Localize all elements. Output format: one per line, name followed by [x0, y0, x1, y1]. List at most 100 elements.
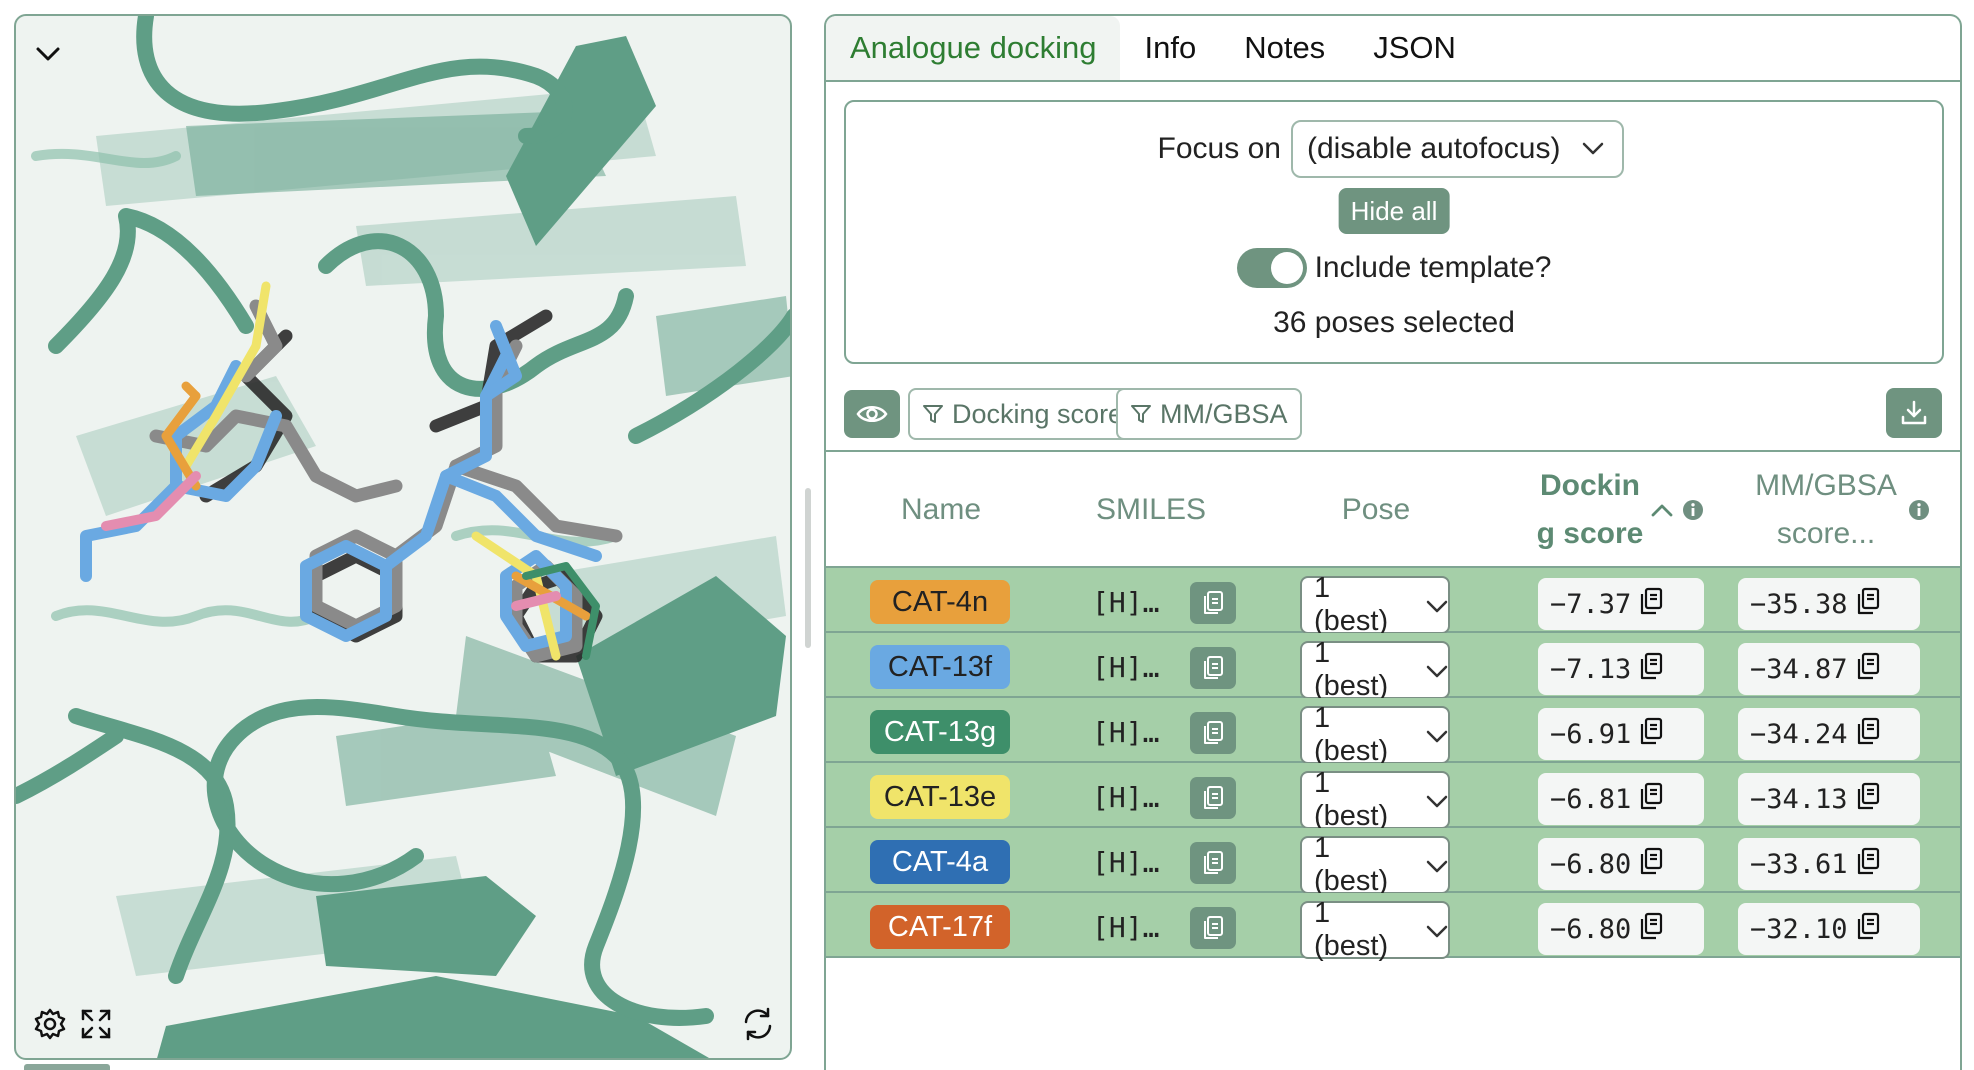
pose-select[interactable]: 1 (best) [1300, 572, 1450, 637]
docking-score-filter-button[interactable]: Docking score [908, 388, 1138, 440]
copy-icon[interactable] [1190, 647, 1236, 689]
docking-score-cell[interactable]: −6.91 [1538, 708, 1704, 760]
molecule-viewer[interactable] [14, 14, 792, 1060]
viewer-bottom-tab[interactable] [24, 1064, 110, 1070]
chevron-down-icon[interactable] [26, 32, 70, 76]
copy-icon[interactable] [1190, 777, 1236, 819]
mmgbsa-score-value: −33.61 [1750, 848, 1848, 880]
chevron-down-icon [1426, 589, 1448, 622]
clipboard-icon[interactable] [1856, 716, 1880, 753]
docking-score-cell[interactable]: −6.80 [1538, 838, 1704, 890]
docking-header-line1: Dockin [1539, 469, 1641, 502]
table-row[interactable]: CAT-17f [H]… 1 (best) −6.80 −32.10 [826, 893, 1960, 962]
clipboard-icon[interactable] [1856, 846, 1880, 883]
pose-select[interactable]: 1 (best) [1300, 832, 1450, 897]
compound-name-badge[interactable]: CAT-4n [870, 580, 1010, 624]
clipboard-icon[interactable] [1856, 586, 1880, 623]
tab-json[interactable]: JSON [1349, 16, 1480, 80]
panel-resize-handle[interactable] [805, 488, 811, 648]
poses-table: Name SMILES Pose Dockin g score MM/GBSA … [826, 450, 1960, 962]
mmgbsa-filter-button[interactable]: MM/GBSA [1116, 388, 1302, 440]
compound-name-badge[interactable]: CAT-17f [870, 905, 1010, 949]
column-header-mmgbsa-score[interactable]: MM/GBSA score... [1726, 452, 1960, 568]
table-body: CAT-4n [H]… 1 (best) −7.37 −35.38 CAT-13… [826, 568, 1960, 962]
chevron-down-icon [1426, 849, 1448, 882]
protein-ligand-scene[interactable] [16, 16, 792, 1060]
clipboard-icon[interactable] [1639, 586, 1663, 623]
focus-select[interactable]: (disable autofocus) [1290, 120, 1625, 178]
docking-score-cell[interactable]: −6.80 [1538, 903, 1704, 955]
docking-score-value: −6.80 [1550, 913, 1632, 945]
include-template-toggle[interactable] [1236, 248, 1307, 288]
table-row[interactable]: CAT-13e [H]… 1 (best) −6.81 −34.13 [826, 763, 1960, 832]
gear-icon[interactable] [28, 1002, 72, 1046]
sort-ascending-icon[interactable] [1651, 503, 1673, 517]
filter-icon [1131, 405, 1151, 423]
rotate-icon[interactable] [736, 1002, 780, 1046]
copy-icon[interactable] [1190, 842, 1236, 884]
mmgbsa-score-value: −34.87 [1750, 653, 1848, 685]
info-icon[interactable] [1681, 498, 1705, 522]
tab-info[interactable]: Info [1120, 16, 1220, 80]
pose-select[interactable]: 1 (best) [1300, 767, 1450, 832]
eye-icon[interactable] [844, 390, 900, 438]
tab-notes[interactable]: Notes [1220, 16, 1349, 80]
pose-select-value: 1 (best) [1314, 572, 1389, 637]
mmgbsa-score-cell[interactable]: −32.10 [1738, 903, 1920, 955]
chevron-down-icon [1426, 654, 1448, 687]
focus-select-value: (disable autofocus) [1306, 132, 1561, 165]
pose-select[interactable]: 1 (best) [1300, 702, 1450, 767]
table-row[interactable]: CAT-4n [H]… 1 (best) −7.37 −35.38 [826, 568, 1960, 637]
mmgbsa-score-cell[interactable]: −34.87 [1738, 643, 1920, 695]
include-template-row: Include template? [846, 248, 1942, 288]
compound-name-badge[interactable]: CAT-13e [870, 775, 1010, 819]
mmgbsa-score-value: −34.13 [1750, 783, 1848, 815]
column-header-pose[interactable]: Pose [1246, 452, 1506, 568]
docking-score-cell[interactable]: −7.13 [1538, 643, 1704, 695]
docking-score-cell[interactable]: −7.37 [1538, 578, 1704, 630]
table-row[interactable]: CAT-13f [H]… 1 (best) −7.13 −34.87 [826, 633, 1960, 702]
smiles-value: [H]… [1092, 781, 1160, 814]
mmgbsa-score-value: −34.24 [1750, 718, 1848, 750]
docking-score-filter-label: Docking score [952, 398, 1124, 429]
pose-select[interactable]: 1 (best) [1300, 897, 1450, 962]
copy-icon[interactable] [1190, 907, 1236, 949]
mmgbsa-score-cell[interactable]: −34.24 [1738, 708, 1920, 760]
download-icon[interactable] [1886, 388, 1942, 438]
copy-icon[interactable] [1190, 582, 1236, 624]
compound-name-badge[interactable]: CAT-13f [870, 645, 1010, 689]
pose-select[interactable]: 1 (best) [1300, 637, 1450, 702]
clipboard-icon[interactable] [1639, 716, 1663, 753]
expand-icon[interactable] [74, 1002, 118, 1046]
analysis-panel: Analogue docking Info Notes JSON Focus o… [824, 14, 1962, 1070]
mmgbsa-score-cell[interactable]: −35.38 [1738, 578, 1920, 630]
docking-score-value: −6.81 [1550, 783, 1632, 815]
tab-analogue-docking[interactable]: Analogue docking [826, 16, 1121, 80]
hide-all-button[interactable]: Hide all [1338, 188, 1450, 234]
clipboard-icon[interactable] [1639, 651, 1663, 688]
clipboard-icon[interactable] [1856, 651, 1880, 688]
table-row[interactable]: CAT-4a [H]… 1 (best) −6.80 −33.61 [826, 828, 1960, 897]
compound-name-badge[interactable]: CAT-13g [870, 710, 1010, 754]
clipboard-icon[interactable] [1639, 846, 1663, 883]
mmgbsa-score-value: −35.38 [1750, 588, 1848, 620]
mmgbsa-score-cell[interactable]: −34.13 [1738, 773, 1920, 825]
column-header-name[interactable]: Name [826, 452, 1056, 568]
clipboard-icon[interactable] [1639, 911, 1663, 948]
poses-selected-count: 36 poses selected [1273, 306, 1515, 339]
clipboard-icon[interactable] [1856, 911, 1880, 948]
clipboard-icon[interactable] [1639, 781, 1663, 818]
docking-score-cell[interactable]: −6.81 [1538, 773, 1704, 825]
mmgbsa-filter-label: MM/GBSA [1160, 398, 1288, 429]
include-template-label: Include template? [1314, 251, 1552, 284]
info-icon[interactable] [1907, 498, 1931, 522]
clipboard-icon[interactable] [1856, 781, 1880, 818]
table-row[interactable]: CAT-13g [H]… 1 (best) −6.91 −34.24 [826, 698, 1960, 767]
mmgbsa-score-cell[interactable]: −33.61 [1738, 838, 1920, 890]
column-header-docking-score[interactable]: Dockin g score [1506, 452, 1736, 568]
focus-row: Focus on (disable autofocus) [846, 120, 1942, 178]
column-header-smiles[interactable]: SMILES [1056, 452, 1246, 568]
copy-icon[interactable] [1190, 712, 1236, 754]
focus-label: Focus on [1157, 132, 1281, 165]
compound-name-badge[interactable]: CAT-4a [870, 840, 1010, 884]
